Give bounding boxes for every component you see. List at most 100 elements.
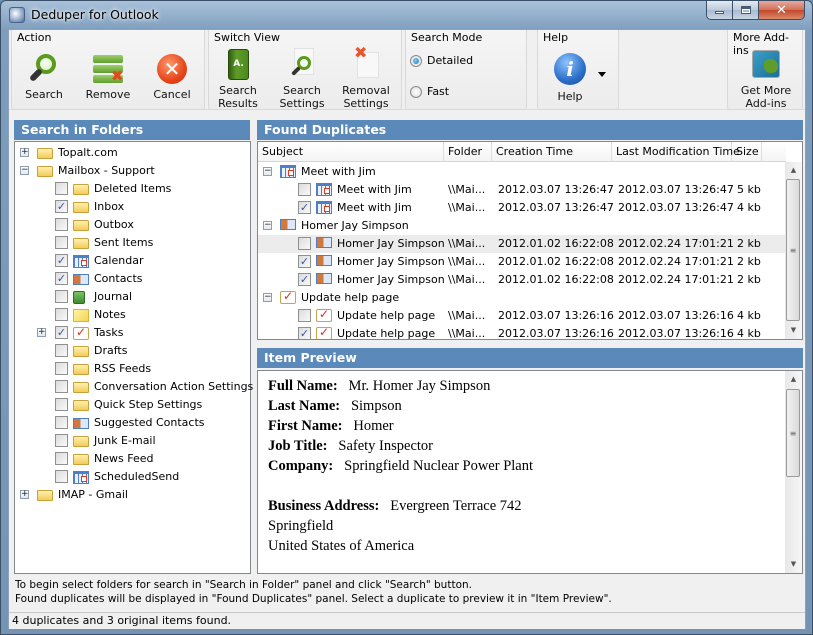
tree-item[interactable]: Sent Items <box>15 234 250 252</box>
radio-detailed[interactable]: Detailed <box>410 54 473 67</box>
maximize-button[interactable] <box>732 1 759 20</box>
close-button[interactable]: ✕ <box>758 1 805 20</box>
column-header-last-modification-time[interactable]: Last Modification Time <box>612 142 740 162</box>
checkbox-unchecked[interactable] <box>55 236 68 249</box>
scroll-up-arrow-icon[interactable]: ▲ <box>785 371 802 388</box>
duplicate-row[interactable]: Homer Jay Simpson \\Mai... 2012.01.02 16:2… <box>258 235 786 253</box>
tree-item[interactable]: Quick Step Settings <box>15 396 250 414</box>
checkbox-checked[interactable]: ✓ <box>298 273 311 286</box>
column-header-folder[interactable]: Folder <box>444 142 492 162</box>
checkbox-unchecked[interactable] <box>55 290 68 303</box>
duplicate-group-row[interactable]: − Homer Jay Simpson <box>258 217 786 235</box>
column-header-subject[interactable]: Subject <box>258 142 444 162</box>
collapse-icon[interactable]: − <box>263 293 272 302</box>
search-settings-button[interactable]: Search Settings <box>277 48 327 110</box>
group-subject: Homer Jay Simpson <box>301 219 409 232</box>
duplicate-row[interactable]: ✓ Meet with Jim \\Mai... 2012.03.07 13:26:4… <box>258 199 786 217</box>
tree-item[interactable]: Outbox <box>15 216 250 234</box>
minimize-button[interactable] <box>706 1 733 20</box>
duplicate-row[interactable]: ✓ Homer Jay Simpson \\Mai... 2012.01.02 16:… <box>258 253 786 271</box>
checkbox-unchecked[interactable] <box>298 183 311 196</box>
tree-item[interactable]: ✓ Calendar <box>15 252 250 270</box>
field-value: Homer <box>353 418 394 434</box>
collapse-icon[interactable]: − <box>263 221 272 230</box>
checkbox-unchecked[interactable] <box>55 344 68 357</box>
checkbox-unchecked[interactable] <box>55 218 68 231</box>
checkbox-unchecked[interactable] <box>55 182 68 195</box>
scroll-down-arrow-icon[interactable]: ▼ <box>785 556 802 573</box>
tree-item[interactable]: ✓ Inbox <box>15 198 250 216</box>
expand-icon[interactable]: + <box>20 490 29 499</box>
help-dropdown-arrow-icon[interactable] <box>598 72 606 77</box>
tree-item[interactable]: News Feed <box>15 450 250 468</box>
checkbox-unchecked[interactable] <box>55 362 68 375</box>
checkbox-unchecked[interactable] <box>55 308 68 321</box>
search-button[interactable]: Search <box>20 52 68 101</box>
tree-item[interactable]: Junk E-mail <box>15 432 250 450</box>
tree-item[interactable]: Journal <box>15 288 250 306</box>
tree-item[interactable]: ✓ Contacts <box>15 270 250 288</box>
preview-scrollbar[interactable]: ▲ ≡ ▼ <box>785 371 802 573</box>
scroll-thumb[interactable]: ≡ <box>786 179 800 321</box>
collapse-icon[interactable]: − <box>20 166 29 175</box>
tasks-icon <box>316 307 332 322</box>
checkbox-checked[interactable]: ✓ <box>298 327 311 339</box>
get-more-addins-button[interactable]: Get More Add-ins <box>736 48 796 110</box>
duplicate-group-row[interactable]: − Update help page <box>258 289 786 307</box>
scroll-down-arrow-icon[interactable]: ▼ <box>785 322 802 339</box>
cancel-button[interactable]: ✕ Cancel <box>148 52 196 101</box>
tree-item[interactable]: Suggested Contacts <box>15 414 250 432</box>
checkbox-checked[interactable]: ✓ <box>298 255 311 268</box>
expand-icon[interactable]: + <box>37 328 46 337</box>
checkbox-checked[interactable]: ✓ <box>55 272 68 285</box>
tree-item[interactable]: Drafts <box>15 342 250 360</box>
checkbox-unchecked[interactable] <box>55 470 68 483</box>
tree-item[interactable]: − Mailbox - Support <box>15 162 250 180</box>
duplicate-row[interactable]: Update help page \\Mai... 2012.03.07 13:26… <box>258 307 786 325</box>
checkbox-unchecked[interactable] <box>298 237 311 250</box>
column-header-creation-time[interactable]: Creation Time <box>492 142 612 162</box>
collapse-icon[interactable]: − <box>263 167 272 176</box>
duplicates-scrollbar[interactable]: ▲ ≡ ▼ <box>785 162 802 339</box>
tree-item[interactable]: ScheduledSend <box>15 468 250 486</box>
removal-settings-button[interactable]: ✖ Removal Settings <box>341 45 391 111</box>
tree-item-label: Quick Step Settings <box>94 398 203 411</box>
tree-item[interactable]: + IMAP - Gmail <box>15 486 250 504</box>
tree-item[interactable]: + ✓ Tasks <box>15 324 250 342</box>
tree-item[interactable]: Notes <box>15 306 250 324</box>
search-results-button[interactable]: A. Search Results <box>215 48 261 110</box>
duplicate-row[interactable]: ✓ Update help page \\Mai... 2012.03.07 13:2… <box>258 325 786 339</box>
tree-item[interactable]: Deleted Items <box>15 180 250 198</box>
checkbox-unchecked[interactable] <box>55 452 68 465</box>
checkbox-checked[interactable]: ✓ <box>298 201 311 214</box>
group-label: Action <box>17 31 52 44</box>
remove-button[interactable]: ✖ Remove <box>82 52 134 101</box>
tree-item[interactable]: Conversation Action Settings <box>15 378 253 396</box>
checkbox-unchecked[interactable] <box>55 434 68 447</box>
column-header-size[interactable]: Size <box>732 142 762 162</box>
checkbox-checked[interactable]: ✓ <box>55 326 68 339</box>
checkbox-unchecked[interactable] <box>298 309 311 322</box>
duplicate-row[interactable]: Meet with Jim \\Mai... 2012.03.07 13:26:47… <box>258 181 786 199</box>
scroll-thumb[interactable]: ≡ <box>786 389 800 477</box>
preview-field: Full Name: Mr. Homer Jay Simpson <box>268 376 533 396</box>
subject-cell: Update help page <box>337 309 436 322</box>
checkbox-checked[interactable]: ✓ <box>55 200 68 213</box>
button-label-line1: Search <box>283 84 321 97</box>
checkbox-checked[interactable]: ✓ <box>55 254 68 267</box>
subject-cell: Meet with Jim <box>337 201 412 214</box>
tree-item-label: Deleted Items <box>94 182 172 195</box>
expand-icon[interactable]: + <box>20 148 29 157</box>
checkbox-unchecked[interactable] <box>55 416 68 429</box>
duplicate-row[interactable]: ✓ Homer Jay Simpson \\Mai... 2012.01.02 16:… <box>258 271 786 289</box>
duplicate-group-row[interactable]: − Meet with Jim <box>258 163 786 181</box>
help-button[interactable]: i Help <box>550 52 590 103</box>
radio-fast[interactable]: Fast <box>410 85 449 98</box>
scroll-up-arrow-icon[interactable]: ▲ <box>785 162 802 179</box>
tree-item[interactable]: + Topalt.com <box>15 144 250 162</box>
tree-item[interactable]: RSS Feeds <box>15 360 250 378</box>
folder-tree[interactable]: + Topalt.com − Mailbox - Support Deleted Ite… <box>14 141 253 574</box>
checkbox-unchecked[interactable] <box>55 398 68 411</box>
title-bar[interactable]: Deduper for Outlook ✕ <box>1 1 812 29</box>
checkbox-unchecked[interactable] <box>55 380 68 393</box>
